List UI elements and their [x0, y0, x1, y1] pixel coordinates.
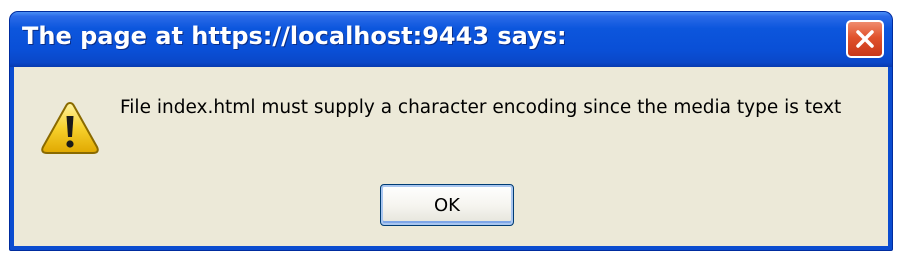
title-bar[interactable]: The page at https://localhost:9443 says:	[10, 12, 892, 67]
dialog-body: File index.html must supply a character …	[14, 67, 888, 246]
warning-icon	[41, 101, 99, 154]
dialog-title: The page at https://localhost:9443 says:	[22, 22, 567, 50]
alert-dialog: The page at https://localhost:9443 says:…	[9, 11, 893, 251]
dialog-message: File index.html must supply a character …	[120, 97, 842, 118]
close-button[interactable]	[846, 20, 884, 58]
ok-button-label: OK	[434, 194, 460, 216]
close-icon	[856, 30, 874, 48]
ok-button[interactable]: OK	[380, 184, 514, 226]
